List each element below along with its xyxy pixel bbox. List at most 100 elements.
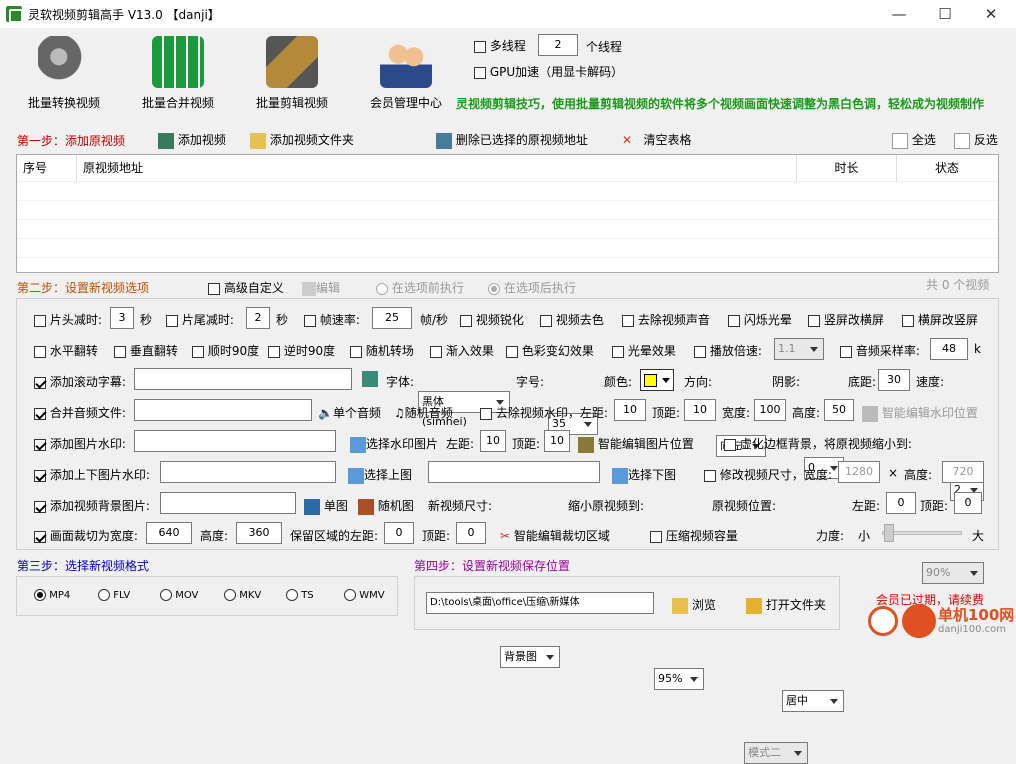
save-path-input[interactable]: D:\tools\桌面\office\压缩\新媒体 (426, 592, 654, 614)
format-mov-radio[interactable] (160, 589, 172, 601)
smart-wm-button[interactable]: 智能编辑水印位置 (862, 404, 978, 422)
single-bg-button[interactable]: 单图 (304, 497, 348, 515)
edit-button[interactable]: 编辑 (302, 279, 340, 296)
bg-top-input[interactable]: 0 (954, 492, 982, 514)
format-mp4-radio[interactable] (34, 589, 46, 601)
speed-select[interactable]: 1.1 (774, 338, 824, 360)
random-bg-button[interactable]: 随机图 (358, 497, 414, 515)
bottom-input[interactable]: 30 (878, 369, 910, 391)
choose-up-button[interactable]: 选择上图 (348, 466, 412, 484)
wm-left-input[interactable]: 10 (614, 399, 646, 421)
advanced-option[interactable]: 高级自定义 (208, 279, 284, 296)
color-effect-option[interactable]: 色彩变幻效果 (506, 342, 594, 359)
ccw90-checkbox[interactable] (268, 345, 280, 358)
exec-after-option[interactable]: 在选项后执行 (488, 279, 576, 296)
maximize-button[interactable]: ☐ (922, 0, 968, 28)
flash-option[interactable]: 闪烁光晕 (728, 311, 792, 328)
resize-height-input[interactable]: 720 (942, 461, 984, 483)
tail-cut-checkbox[interactable] (166, 314, 178, 327)
v2h-option[interactable]: 竖屏改横屏 (808, 311, 884, 328)
color-picker[interactable] (640, 369, 674, 391)
format-wmv[interactable]: WMV (344, 589, 385, 601)
img-left-input[interactable]: 10 (480, 430, 506, 452)
random-trans-option[interactable]: 随机转场 (350, 342, 414, 359)
format-mkv-radio[interactable] (224, 589, 236, 601)
mute-checkbox[interactable] (622, 314, 634, 327)
head-cut-input[interactable]: 3 (110, 307, 134, 329)
h2v-option[interactable]: 横屏改竖屏 (902, 311, 978, 328)
subtitle-input[interactable] (134, 368, 352, 390)
img-top-input[interactable]: 10 (544, 430, 570, 452)
sample-checkbox[interactable] (840, 345, 852, 358)
select-all-button[interactable]: 全选 (892, 131, 936, 149)
down-image-input[interactable] (428, 461, 600, 483)
glow-checkbox[interactable] (612, 345, 624, 358)
sample-input[interactable]: 48 (930, 338, 968, 360)
delete-selected-button[interactable]: 删除已选择的原视频地址 (436, 131, 588, 149)
resize-checkbox[interactable] (704, 469, 716, 482)
tb-wm-option[interactable]: 添加上下图片水印: (34, 466, 150, 483)
bg-checkbox[interactable] (34, 500, 46, 513)
format-flv[interactable]: FLV (98, 589, 130, 601)
gpu-option[interactable]: GPU加速（用显卡解码） (474, 63, 623, 80)
crop-checkbox[interactable] (34, 530, 46, 543)
fade-option[interactable]: 渐入效果 (430, 342, 494, 359)
sharpen-option[interactable]: 视频锐化 (460, 311, 524, 328)
shrink-select[interactable]: 95% (654, 668, 704, 690)
v2h-checkbox[interactable] (808, 314, 820, 327)
crop-width-input[interactable]: 640 (146, 522, 192, 544)
speed-checkbox[interactable] (694, 345, 706, 358)
remove-wm-option[interactable]: 去除视频水印，左距: (480, 404, 608, 421)
add-video-button[interactable]: 添加视频 (158, 131, 226, 149)
remove-wm-checkbox[interactable] (480, 407, 492, 420)
batch-merge-button[interactable]: 批量合并视频 (128, 36, 228, 116)
newsize-select[interactable]: 背景图 (500, 646, 560, 668)
subtitle-option[interactable]: 添加滚动字幕: (34, 373, 126, 390)
resize-width-input[interactable]: 1280 (838, 461, 880, 483)
head-cut-checkbox[interactable] (34, 314, 46, 327)
smart-crop-button[interactable]: ✂ 智能编辑裁切区域 (500, 527, 610, 544)
fps-checkbox[interactable] (304, 314, 316, 327)
cw90-checkbox[interactable] (192, 345, 204, 358)
img-wm-input[interactable] (134, 430, 336, 452)
hflip-option[interactable]: 水平翻转 (34, 342, 98, 359)
head-cut-option[interactable]: 片头减时: (34, 311, 102, 328)
compress-mode-select[interactable]: 模式二 (744, 742, 808, 764)
flash-checkbox[interactable] (728, 314, 740, 327)
bg-option[interactable]: 添加视频背景图片: (34, 497, 150, 514)
mute-option[interactable]: 去除视频声音 (622, 311, 710, 328)
browse-button[interactable]: 浏览 (672, 596, 716, 614)
minimize-button[interactable]: — (876, 0, 922, 28)
exec-before-option[interactable]: 在选项前执行 (376, 279, 464, 296)
choose-wm-image-button[interactable]: 选择水印图片 (350, 435, 438, 453)
invert-select-button[interactable]: 反选 (954, 131, 998, 149)
ccw90-option[interactable]: 逆时90度 (268, 342, 335, 359)
fade-checkbox[interactable] (430, 345, 442, 358)
refresh-icon[interactable] (362, 371, 378, 387)
batch-cut-button[interactable]: 批量剪辑视频 (242, 36, 342, 116)
blur-select[interactable]: 90% (922, 562, 984, 584)
format-ts[interactable]: TS (286, 589, 314, 601)
decolor-checkbox[interactable] (540, 314, 552, 327)
h2v-checkbox[interactable] (902, 314, 914, 327)
video-table[interactable]: 序号 原视频地址 时长 状态 (16, 154, 999, 273)
member-center-button[interactable]: 会员管理中心 (356, 36, 456, 116)
decolor-option[interactable]: 视频去色 (540, 311, 604, 328)
position-select[interactable]: 居中 (782, 690, 844, 712)
fps-option[interactable]: 帧速率: (304, 311, 360, 328)
clear-table-button[interactable]: ✕ 清空表格 (622, 131, 692, 148)
crop-top-input[interactable]: 0 (456, 522, 486, 544)
format-mov[interactable]: MOV (160, 589, 198, 601)
crop-left-input[interactable]: 0 (384, 522, 414, 544)
audio-input[interactable] (134, 399, 312, 421)
strength-slider-track[interactable] (882, 531, 962, 535)
single-audio-button[interactable]: 🔈单个音频 (318, 404, 381, 421)
strength-slider-thumb[interactable] (884, 524, 894, 542)
crop-option[interactable]: 画面裁切为宽度: (34, 527, 138, 544)
glow-option[interactable]: 光晕效果 (612, 342, 676, 359)
open-folder-button[interactable]: 打开文件夹 (746, 596, 826, 614)
compress-checkbox[interactable] (650, 530, 662, 543)
img-wm-option[interactable]: 添加图片水印: (34, 435, 126, 452)
wm-width-input[interactable]: 100 (754, 399, 786, 421)
sharpen-checkbox[interactable] (460, 314, 472, 327)
